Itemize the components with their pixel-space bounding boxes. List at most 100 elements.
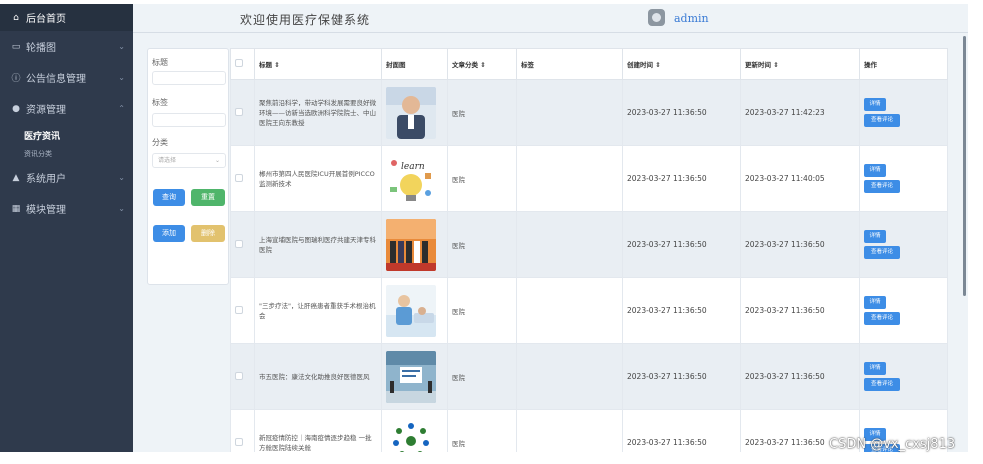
sidebar-item-label: 资源管理 bbox=[26, 105, 66, 116]
home-icon: ⌂ bbox=[13, 12, 19, 23]
row-tags bbox=[516, 409, 623, 452]
row-checkbox[interactable] bbox=[235, 107, 243, 116]
row-select-cell bbox=[230, 409, 255, 452]
reset-button[interactable]: 重置 bbox=[191, 189, 225, 206]
row-created-time: 2023-03-27 11:36:50 bbox=[622, 211, 741, 278]
detail-button[interactable]: 详情 bbox=[864, 164, 886, 177]
chevron-down-icon: ⌄ bbox=[118, 42, 125, 51]
row-tags bbox=[516, 79, 623, 146]
row-created-time: 2023-03-27 11:36:50 bbox=[622, 409, 741, 452]
sidebar-item-carousel[interactable]: ▭ 轮播图 ⌄ bbox=[0, 31, 133, 62]
row-updated-time: 2023-03-27 11:36:50 bbox=[740, 211, 860, 278]
column-header-actions: 操作 bbox=[859, 48, 948, 80]
view-comments-button[interactable]: 查看评论 bbox=[864, 312, 900, 325]
view-comments-button[interactable]: 查看评论 bbox=[864, 180, 900, 193]
grid-icon: ▦ bbox=[11, 203, 21, 214]
category-select[interactable]: 请选择 ⌄ bbox=[152, 153, 226, 168]
row-checkbox[interactable] bbox=[235, 437, 243, 446]
detail-button[interactable]: 详情 bbox=[864, 98, 886, 111]
category-filter-label: 分类 bbox=[152, 138, 168, 147]
detail-button[interactable]: 详情 bbox=[864, 362, 886, 375]
row-title: "三步疗法"，让肝癌患者重获手术根治机会 bbox=[254, 277, 382, 344]
table-row: 市五医院：康法文化助推良好医德医风 医院 2023-03-27 11:36:50… bbox=[230, 343, 948, 410]
sidebar-item-system-users[interactable]: ▲ 系统用户 ⌄ bbox=[0, 162, 133, 193]
tags-filter-input[interactable] bbox=[152, 113, 226, 127]
sidebar-item-label: 模块管理 bbox=[26, 205, 66, 216]
sidebar-item-resources[interactable]: ● 资源管理 ⌃ bbox=[0, 93, 133, 124]
row-updated-time: 2023-03-27 11:40:05 bbox=[740, 145, 860, 212]
sidebar-item-label: 系统用户 bbox=[26, 174, 66, 185]
chevron-down-icon: ⌄ bbox=[118, 73, 125, 82]
row-category: 医院 bbox=[447, 409, 517, 452]
row-created-time: 2023-03-27 11:36:50 bbox=[622, 145, 741, 212]
sidebar-item-modules[interactable]: ▦ 模块管理 ⌄ bbox=[0, 193, 133, 224]
detail-button[interactable]: 详情 bbox=[864, 230, 886, 243]
row-cover-cell bbox=[381, 343, 448, 410]
row-created-time: 2023-03-27 11:36:50 bbox=[622, 277, 741, 344]
row-checkbox[interactable] bbox=[235, 371, 243, 380]
row-tags bbox=[516, 145, 623, 212]
row-actions: 详情 查看评论 bbox=[859, 277, 948, 344]
table-row: "三步疗法"，让肝癌患者重获手术根治机会 医院 2023-03-27 11:36… bbox=[230, 277, 948, 344]
cover-image-portrait bbox=[386, 86, 436, 139]
svg-text:learn: learn bbox=[401, 162, 425, 172]
row-category: 医院 bbox=[447, 145, 517, 212]
cover-image-learn-doodle: learn bbox=[386, 152, 436, 205]
sidebar-item-home[interactable]: ⌂ 后台首页 bbox=[0, 4, 133, 31]
sidebar-item-announcements[interactable]: ⓘ 公告信息管理 ⌄ bbox=[0, 62, 133, 93]
row-actions: 详情 查看评论 bbox=[859, 79, 948, 146]
row-actions: 详情 查看评论 bbox=[859, 343, 948, 410]
table-header-row: 标题 ⇕ 封面图 文章分类 ⇕ 标签 创建时间 ⇕ 更新时间 ⇕ 操作 bbox=[230, 48, 948, 80]
row-actions: 详情 查看评论 bbox=[859, 211, 948, 278]
view-comments-button[interactable]: 查看评论 bbox=[864, 114, 900, 127]
row-updated-time: 2023-03-27 11:36:50 bbox=[740, 343, 860, 410]
view-comments-button[interactable]: 查看评论 bbox=[864, 378, 900, 391]
row-tags bbox=[516, 277, 623, 344]
info-circle-icon: ⓘ bbox=[11, 74, 21, 84]
username-link[interactable]: admin bbox=[674, 12, 709, 25]
row-checkbox[interactable] bbox=[235, 173, 243, 182]
sidebar-subitem-news-category[interactable]: 资讯分类 bbox=[0, 146, 133, 162]
column-header-cover: 封面图 bbox=[381, 48, 448, 80]
row-title: 郴州市第四人民医院ICU开展首例PICCO监测新技术 bbox=[254, 145, 382, 212]
row-select-cell bbox=[230, 211, 255, 278]
category-select-placeholder: 请选择 bbox=[158, 157, 177, 164]
column-header-category[interactable]: 文章分类 ⇕ bbox=[447, 48, 517, 80]
row-checkbox[interactable] bbox=[235, 305, 243, 314]
column-header-title[interactable]: 标题 ⇕ bbox=[254, 48, 382, 80]
title-filter-input[interactable] bbox=[152, 71, 226, 85]
row-select-cell bbox=[230, 277, 255, 344]
table-row: 聚焦前沿科学，带动学科发展需要良好微环境——访新当选欧洲科学院院士、中山医院王向… bbox=[230, 79, 948, 146]
title-filter-label: 标题 bbox=[152, 58, 168, 67]
column-header-updated[interactable]: 更新时间 ⇕ bbox=[740, 48, 860, 80]
row-checkbox[interactable] bbox=[235, 239, 243, 248]
select-all-checkbox[interactable] bbox=[235, 59, 243, 67]
watermark: CSDN @vx_cxsj813 bbox=[829, 437, 956, 452]
row-select-cell bbox=[230, 79, 255, 146]
scrollbar-thumb[interactable] bbox=[963, 36, 966, 296]
row-select-cell bbox=[230, 145, 255, 212]
sidebar-subitem-medical-news[interactable]: 医疗资讯 bbox=[0, 124, 133, 146]
column-header-created[interactable]: 创建时间 ⇕ bbox=[622, 48, 741, 80]
column-header-tags: 标签 bbox=[516, 48, 623, 80]
row-title: 市五医院：康法文化助推良好医德医风 bbox=[254, 343, 382, 410]
delete-button[interactable]: 删除 bbox=[191, 225, 225, 242]
view-comments-button[interactable]: 查看评论 bbox=[864, 246, 900, 259]
cover-image-people-circle bbox=[386, 416, 436, 452]
row-category: 医院 bbox=[447, 79, 517, 146]
detail-button[interactable]: 详情 bbox=[864, 296, 886, 309]
row-actions: 详情 查看评论 bbox=[859, 145, 948, 212]
cover-image-group-photo bbox=[386, 218, 436, 271]
table-row: 郴州市第四人民医院ICU开展首例PICCO监测新技术 learn 医院 2023… bbox=[230, 145, 948, 212]
search-button[interactable]: 查询 bbox=[153, 189, 185, 206]
avatar[interactable] bbox=[648, 9, 665, 26]
select-all-cell bbox=[230, 48, 255, 80]
cover-image-ward bbox=[386, 284, 436, 337]
row-category: 医院 bbox=[447, 211, 517, 278]
add-button[interactable]: 添加 bbox=[153, 225, 185, 242]
row-cover-cell: learn bbox=[381, 145, 448, 212]
row-select-cell bbox=[230, 343, 255, 410]
welcome-title: 欢迎使用医疗保健系统 bbox=[240, 13, 371, 27]
row-cover-cell bbox=[381, 409, 448, 452]
articles-table: 标题 ⇕ 封面图 文章分类 ⇕ 标签 创建时间 ⇕ 更新时间 ⇕ 操作 聚焦前沿… bbox=[230, 48, 948, 452]
